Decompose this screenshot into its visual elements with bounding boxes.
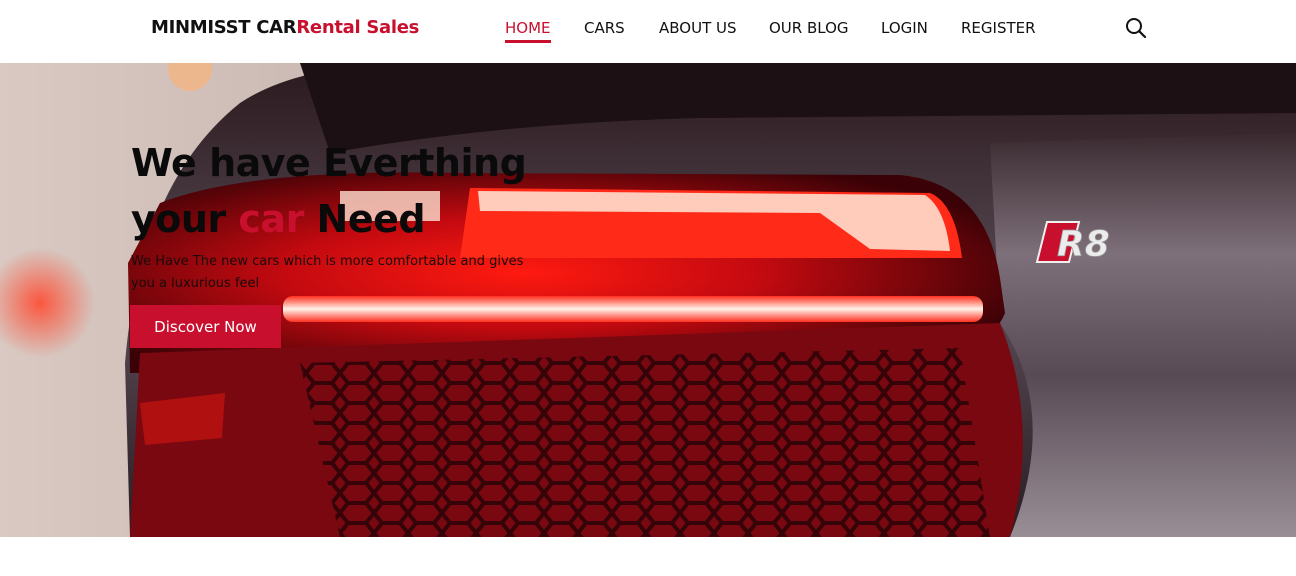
nav-login[interactable]: LOGIN: [881, 19, 928, 37]
hero-title-line2: your car Need: [131, 191, 526, 247]
hero-subtitle: We Have The new cars which is more comfo…: [131, 254, 524, 291]
nav-our-blog[interactable]: OUR BLOG: [769, 19, 849, 37]
nav-cars[interactable]: CARS: [584, 19, 625, 37]
hero-title-accent: car: [238, 197, 304, 241]
nav-home[interactable]: HOME: [505, 19, 551, 37]
hero-title-line1: We have Everthing: [131, 141, 527, 185]
discover-now-button[interactable]: Discover Now: [130, 305, 281, 348]
brand-logo[interactable]: MINMISST CARRental Sales: [151, 17, 419, 38]
r8-badge: R8: [1035, 221, 1110, 265]
nav-active-indicator: [505, 40, 551, 43]
page-below-hero: [0, 537, 1296, 576]
hero-banner: We have Everthing your car Need We Have …: [0, 63, 1296, 537]
site-header: MINMISST CARRental Sales HOME CARS ABOUT…: [0, 0, 1296, 63]
hero-title: We have Everthing your car Need: [131, 135, 527, 247]
badge-text: R8: [1057, 224, 1110, 265]
hero-title-post: Need: [303, 197, 426, 241]
brand-name-accent: Rental Sales: [296, 17, 420, 38]
hero-title-pre: your: [131, 197, 239, 241]
brand-name-primary: MINMISST CAR: [151, 17, 297, 38]
search-icon[interactable]: [1125, 17, 1147, 39]
nav-about-us[interactable]: ABOUT US: [659, 19, 737, 37]
nav-register[interactable]: REGISTER: [961, 19, 1036, 37]
